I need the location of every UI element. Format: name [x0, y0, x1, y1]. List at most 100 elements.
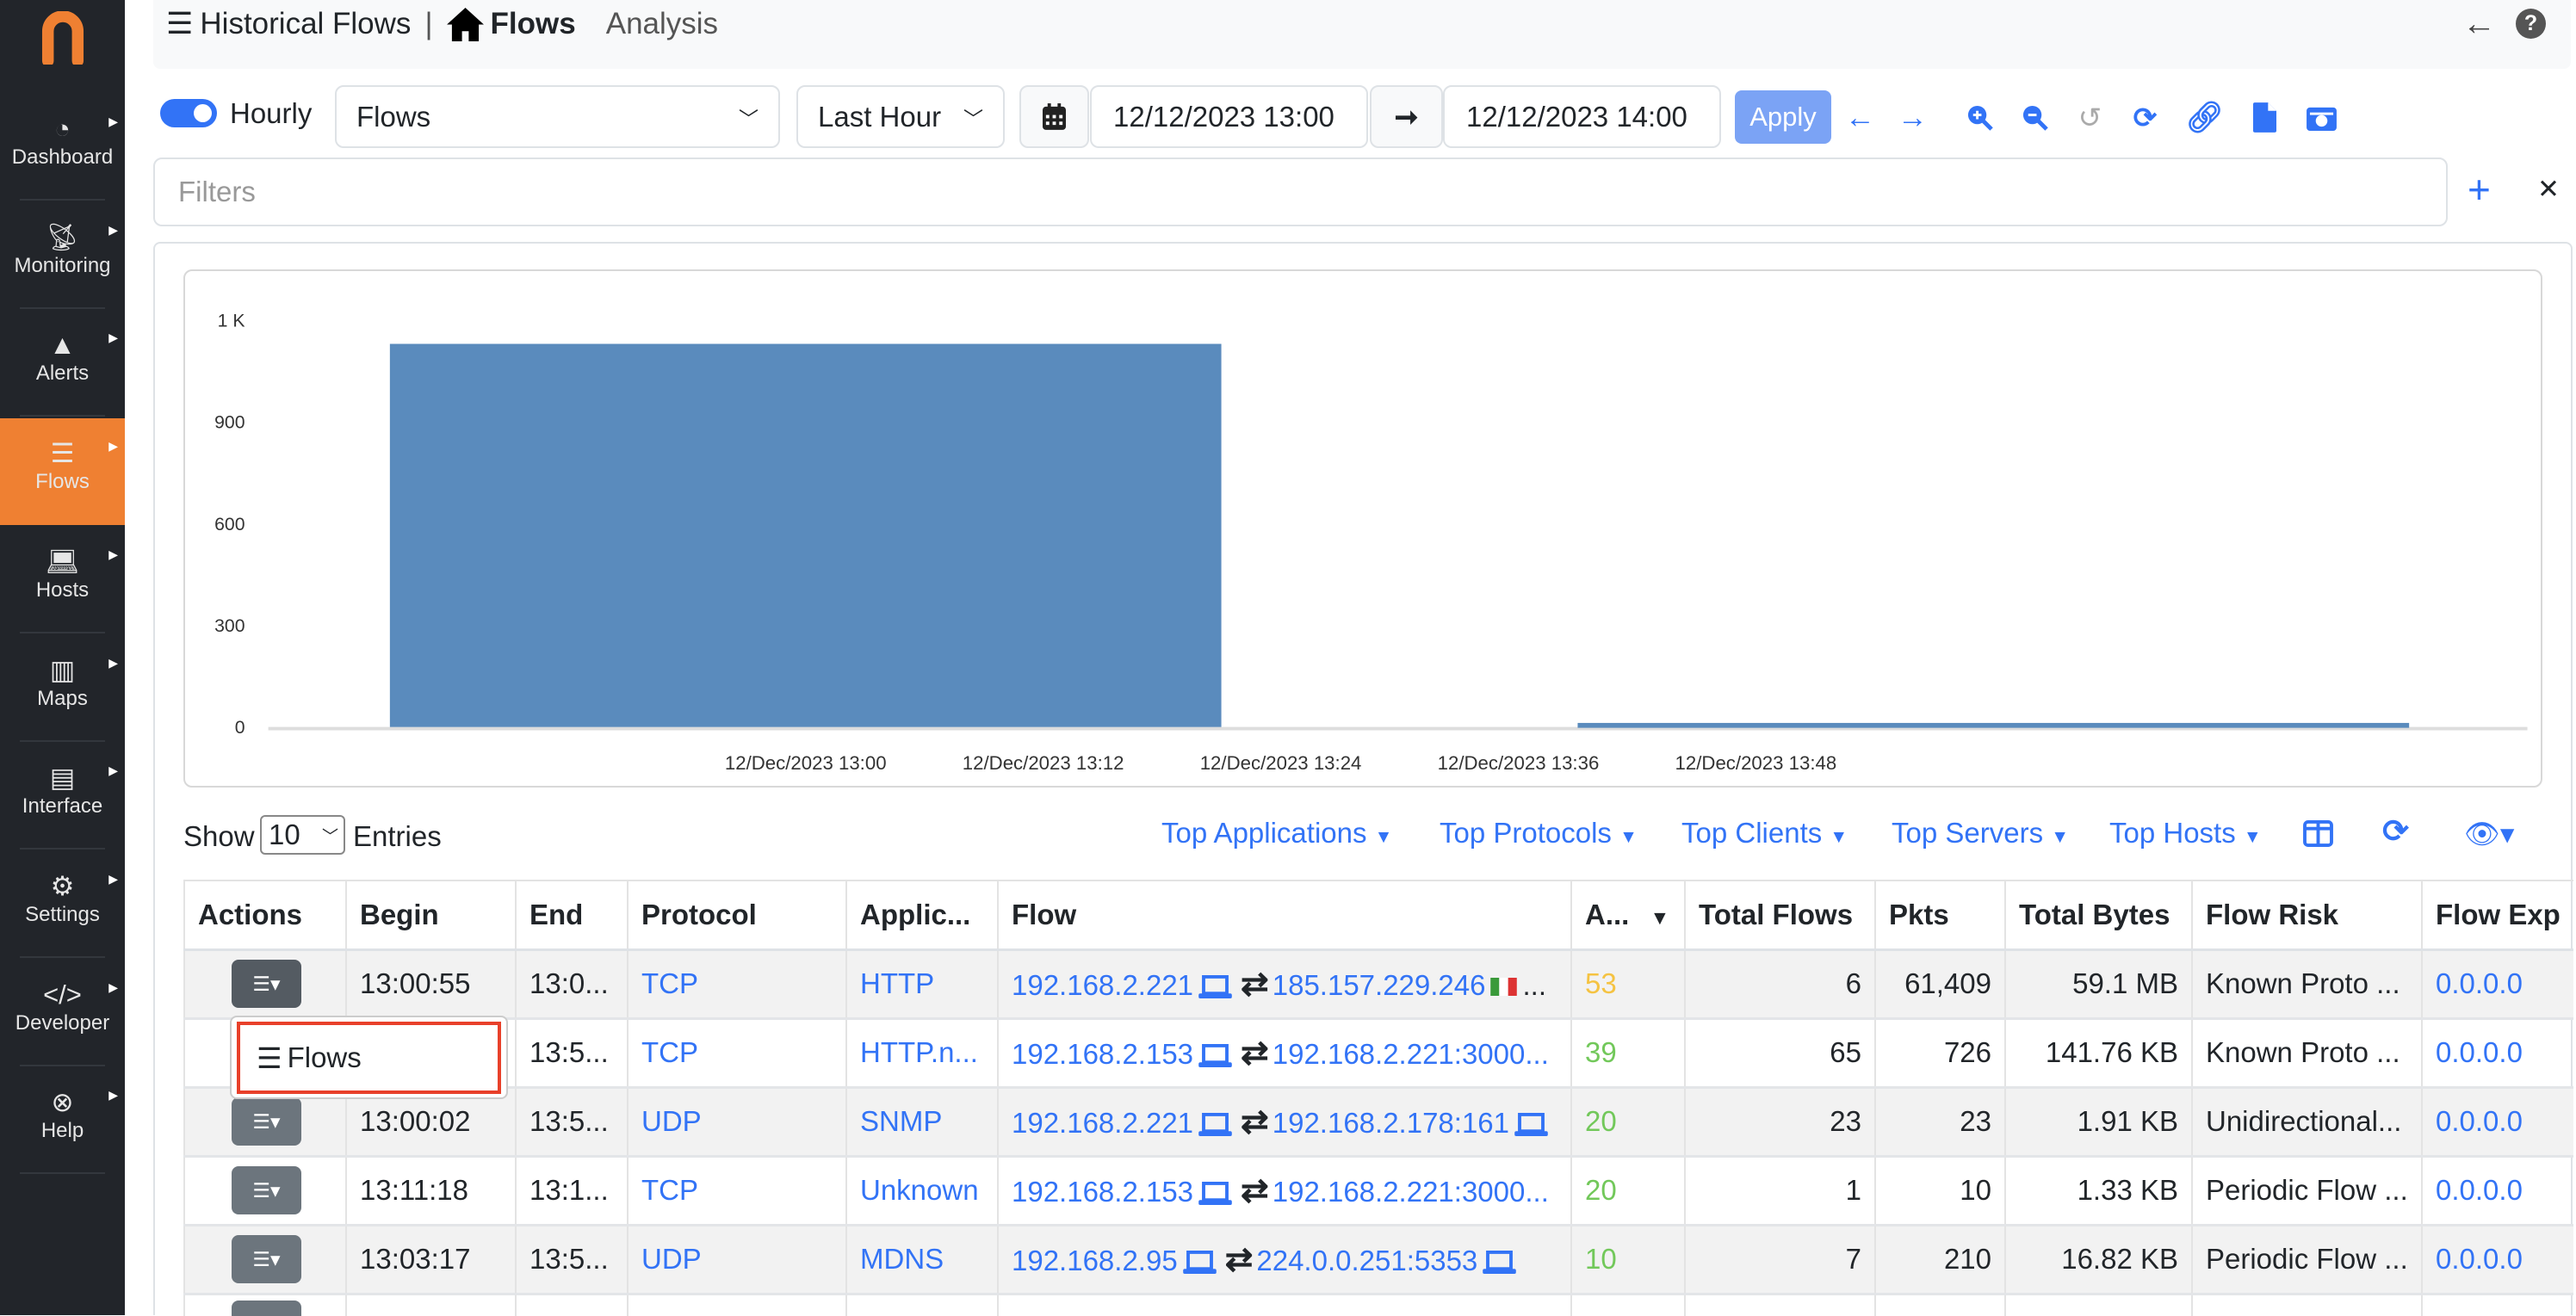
flow-exporter-link[interactable]	[2421, 1294, 2573, 1316]
sidebar-item-monitoring[interactable]: 📡︎ Monitoring ▶	[0, 202, 125, 309]
sidebar-item-hosts[interactable]: 💻︎ Hosts ▶	[0, 527, 125, 633]
zoom-in-icon[interactable]	[1961, 99, 1998, 136]
sidebar-item-dashboard[interactable]: ◔ Dashboard ▶	[0, 94, 125, 201]
begin-date-input[interactable]: 12/12/2023 13:00	[1090, 85, 1368, 148]
flow-src-link[interactable]: 192.168.2.221	[1012, 969, 1193, 1001]
calendar-button[interactable]	[1019, 85, 1089, 148]
columns-icon[interactable]	[2303, 820, 2333, 851]
back-arrow-icon[interactable]: ←	[2462, 5, 2496, 43]
application-link[interactable]	[845, 1294, 998, 1316]
tab-flows[interactable]: Flows	[491, 7, 576, 41]
arrow-left-icon[interactable]: ←	[1842, 99, 1879, 136]
apply-button[interactable]: Apply	[1735, 90, 1831, 144]
dropdown-top-servers[interactable]: Top Servers ▼	[1892, 817, 2069, 850]
protocol-link[interactable]: TCP	[627, 1156, 846, 1226]
flow-cell: 192.168.2.153 ⇄ 192.168.2.221:3000...	[997, 1156, 1571, 1226]
sidebar-item-alerts[interactable]: ▲ Alerts ▶	[0, 310, 125, 417]
column-header-0[interactable]: Actions	[183, 880, 346, 951]
protocol-link[interactable]: UDP	[627, 1087, 846, 1158]
actions-button[interactable]: ☰▾	[232, 960, 301, 1008]
table-row: ☰▾ 13:00:55 13:0... TCP HTTP 192.168.2.2…	[183, 949, 2573, 1020]
column-header-3[interactable]: Protocol	[627, 880, 846, 951]
hourly-toggle[interactable]	[160, 99, 217, 127]
flow-src-link[interactable]: 192.168.2.153	[1012, 1038, 1193, 1070]
flow-src-link[interactable]: 192.168.2.221	[1012, 1107, 1193, 1139]
sidebar-item-help[interactable]: ⊗ Help ▶	[0, 1067, 125, 1175]
dropdown-top-applications[interactable]: Top Applications ▼	[1161, 817, 1392, 850]
score-cell: 20	[1570, 1087, 1685, 1158]
application-link[interactable]: HTTP	[845, 949, 998, 1020]
action-menu-item-flows[interactable]: ☰ Flows	[237, 1022, 501, 1094]
clear-filters-icon[interactable]: ✕	[2537, 174, 2560, 205]
column-header-2[interactable]: End	[515, 880, 628, 951]
bars-icon: ☰	[50, 438, 75, 469]
column-header-4[interactable]: Applic...	[845, 880, 998, 951]
dropdown-top-hosts[interactable]: Top Hosts ▼	[2109, 817, 2262, 850]
flow-dst-link[interactable]: 192.168.2.178:161	[1273, 1107, 1509, 1139]
column-header-11[interactable]: Flow Exp	[2421, 880, 2573, 951]
link-icon[interactable]: 🔗︎	[2185, 99, 2223, 136]
sidebar-item-interface[interactable]: ▤ Interface ▶	[0, 743, 125, 850]
column-header-8[interactable]: Pkts	[1874, 880, 2005, 951]
flow-dst-link[interactable]: 224.0.0.251:5353	[1256, 1245, 1477, 1276]
protocol-link[interactable]: TCP	[627, 949, 846, 1020]
arrow-right-icon[interactable]: →	[1894, 99, 1931, 136]
sidebar-item-developer[interactable]: </> Developer ▶	[0, 960, 125, 1066]
actions-button[interactable]: ☰▾	[232, 1097, 301, 1146]
entries-select[interactable]: 10 ﹀	[260, 815, 345, 855]
entries-label: Entries	[353, 820, 442, 852]
column-header-7[interactable]: Total Flows	[1684, 880, 1875, 951]
column-header-1[interactable]: Begin	[345, 880, 516, 951]
flow-exporter-link[interactable]: 0.0.0.0	[2421, 1156, 2573, 1226]
tab-analysis[interactable]: Analysis	[606, 7, 718, 41]
visibility-icon[interactable]: 👁︎▾	[2464, 817, 2514, 851]
undo-icon[interactable]: ↺	[2071, 99, 2108, 136]
flow-dst-link[interactable]: 192.168.2.221:3000...	[1273, 1176, 1549, 1208]
menu-icon[interactable]: ☰	[166, 7, 193, 41]
protocol-link[interactable]: TCP	[627, 1018, 846, 1089]
filters-input[interactable]: Filters	[153, 158, 2448, 226]
flow-exporter-link[interactable]: 0.0.0.0	[2421, 1087, 2573, 1158]
protocol-link[interactable]	[627, 1294, 846, 1316]
flow-src-link[interactable]: 192.168.2.153	[1012, 1176, 1193, 1208]
help-icon[interactable]: ?	[2516, 9, 2546, 39]
camera-icon[interactable]	[2303, 99, 2340, 136]
end-date-input[interactable]: 12/12/2023 14:00	[1443, 85, 1721, 148]
flow-src-link[interactable]: 192.168.2.95	[1012, 1245, 1178, 1276]
sidebar-item-maps[interactable]: ▥ Maps ▶	[0, 635, 125, 742]
flow-exporter-link[interactable]: 0.0.0.0	[2421, 1018, 2573, 1089]
bars-caret-icon: ☰▾	[252, 1178, 281, 1202]
flow-dst-link[interactable]: 185.157.229.246	[1273, 969, 1486, 1001]
column-header-9[interactable]: Total Bytes	[2004, 880, 2192, 951]
application-link[interactable]: SNMP	[845, 1087, 998, 1158]
sidebar-item-settings[interactable]: ⚙ Settings ▶	[0, 851, 125, 958]
protocol-link[interactable]: UDP	[627, 1225, 846, 1295]
dropdown-top-clients[interactable]: Top Clients ▼	[1681, 817, 1848, 850]
total-bytes-cell	[2004, 1294, 2192, 1316]
actions-button[interactable]: ☰▾	[232, 1235, 301, 1283]
file-icon[interactable]	[2246, 99, 2283, 136]
refresh-table-icon[interactable]: ⟳	[2382, 812, 2409, 850]
dropdown-top-protocols[interactable]: Top Protocols ▼	[1440, 817, 1638, 850]
application-link[interactable]: HTTP.n...	[845, 1018, 998, 1089]
flow-dst-link[interactable]: 192.168.2.221:3000...	[1273, 1038, 1549, 1070]
application-link[interactable]: MDNS	[845, 1225, 998, 1295]
range-select[interactable]: Last Hour ﹀	[796, 85, 1005, 148]
column-header-10[interactable]: Flow Risk	[2191, 880, 2422, 951]
column-header-5[interactable]: Flow	[997, 880, 1571, 951]
column-header-6[interactable]: A... ▼	[1570, 880, 1685, 951]
add-filter-icon[interactable]: +	[2468, 166, 2491, 213]
ntop-logo[interactable]	[0, 0, 125, 76]
application-link[interactable]: Unknown	[845, 1156, 998, 1226]
flow-exporter-link[interactable]: 0.0.0.0	[2421, 1225, 2573, 1295]
source-select[interactable]: Flows ﹀	[335, 85, 780, 148]
sidebar-item-flows[interactable]: ☰ Flows ▶	[0, 418, 125, 526]
chart-bar[interactable]	[389, 343, 1222, 727]
range-arrow-button[interactable]: ➞	[1370, 85, 1443, 148]
actions-button[interactable]: ☰▾	[232, 1300, 301, 1316]
flow-exporter-link[interactable]: 0.0.0.0	[2421, 949, 2573, 1020]
chart-bar[interactable]	[1577, 722, 2410, 728]
zoom-out-icon[interactable]	[2016, 99, 2053, 136]
refresh-icon[interactable]: ⟳	[2127, 99, 2164, 136]
actions-button[interactable]: ☰▾	[232, 1166, 301, 1214]
